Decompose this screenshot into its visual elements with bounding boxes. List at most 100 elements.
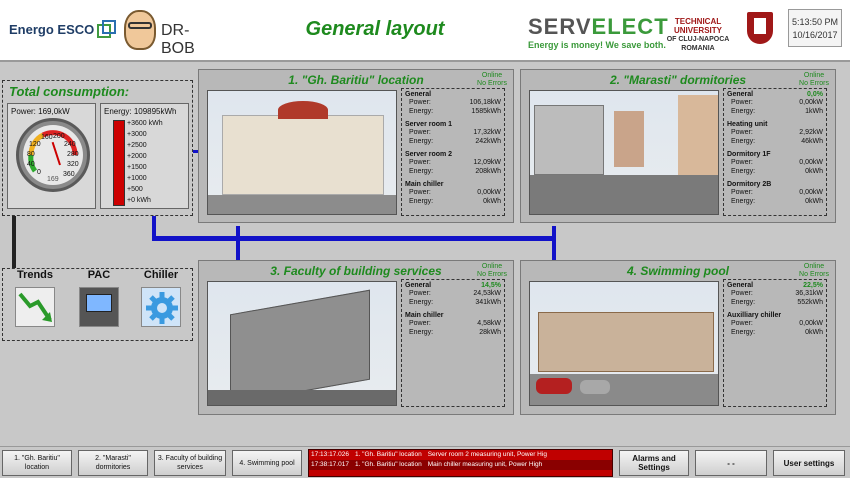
power-label: Power: bbox=[731, 99, 753, 106]
power-value: 0,00kW bbox=[799, 99, 823, 106]
energy-level-bar bbox=[113, 120, 125, 206]
chiller-button[interactable]: Chiller bbox=[131, 269, 191, 327]
drbob-logo: DR-BOB bbox=[118, 6, 213, 57]
building-roof bbox=[278, 101, 328, 119]
stat-group: Heating unit Power: 2,92kW Energy: 46kWh bbox=[727, 121, 823, 146]
power-label: Power: bbox=[409, 290, 431, 297]
energy-value: 242kWh bbox=[475, 138, 501, 145]
gauge-value: 169 bbox=[47, 176, 59, 183]
clock-time: 5:13:50 PM bbox=[791, 17, 839, 27]
power-value: 17,32kW bbox=[473, 129, 501, 136]
power-label: Power: bbox=[731, 320, 753, 327]
car bbox=[536, 378, 572, 394]
page-title: General layout bbox=[305, 18, 445, 40]
gauge-tick: 280 bbox=[67, 151, 79, 158]
power-value: 24,53kW bbox=[473, 290, 501, 297]
power-line bbox=[552, 226, 556, 260]
gauge-tick: 120 bbox=[29, 141, 41, 148]
energy-scale: +3600 kWh +3000 +2500 +2000 +1500 +1000 … bbox=[127, 118, 163, 206]
power-value: 0,00kW bbox=[799, 320, 823, 327]
car bbox=[580, 380, 610, 394]
alarms-settings-button[interactable]: Alarms and Settings bbox=[619, 450, 689, 476]
energy-label: Energy: bbox=[409, 329, 434, 336]
gauge-tick: 320 bbox=[67, 161, 79, 168]
alarm-list[interactable]: 17:13:17.026 1. "Gh. Baritiu" location S… bbox=[308, 449, 613, 477]
power-meter-icon bbox=[79, 287, 119, 327]
alarm-location: 1. "Gh. Baritiu" location bbox=[354, 461, 422, 468]
stat-group: Server room 1 Power: 17,32kW Energy: 242kW… bbox=[405, 121, 501, 146]
nav-button-swimming-pool[interactable]: 4. Swimming pool bbox=[232, 450, 302, 476]
power-gauge: 0 40 80 120 160 200 240 280 320 360 169 bbox=[16, 118, 90, 192]
total-consumption-title: Total consumption: bbox=[9, 84, 130, 99]
status-errors: No Errors bbox=[477, 271, 507, 278]
alarm-row[interactable]: 17:38:17.017 1. "Gh. Baritiu" location M… bbox=[309, 460, 612, 470]
energy-tick: +3000 bbox=[127, 131, 147, 138]
power-value: 106,18kW bbox=[469, 99, 501, 106]
power-line bbox=[152, 236, 555, 241]
power-value: 0,00kW bbox=[799, 159, 823, 166]
energy-value: 0kWh bbox=[805, 329, 823, 336]
status-online: Online bbox=[803, 263, 825, 270]
stat-group: Server room 2 Power: 12,09kW Energy: 208kW… bbox=[405, 151, 501, 176]
drbob-logo-text: DR-BOB bbox=[161, 22, 195, 57]
location-title: 4. Swimming pool bbox=[626, 264, 729, 278]
drbob-mascot-icon bbox=[124, 10, 156, 50]
blank-button[interactable]: - - bbox=[695, 450, 767, 476]
location-panel-faculty[interactable]: 3. Faculty of building services Online No… bbox=[198, 260, 514, 415]
energy-value: 0kWh bbox=[483, 198, 501, 205]
energy-label: Energy: bbox=[409, 168, 434, 175]
power-value: 12,09kW bbox=[473, 159, 501, 166]
energy-label: Energy: bbox=[731, 138, 756, 145]
status-badge: Online No Errors bbox=[477, 263, 507, 279]
group-name: Dormitory 1F bbox=[727, 151, 771, 158]
location-panel-marasti[interactable]: 2. "Marasti" dormitories Online No Errors… bbox=[520, 69, 836, 223]
energy-tick: +500 bbox=[127, 186, 143, 193]
energy-label: Energy: bbox=[731, 329, 756, 336]
trends-button[interactable]: Trends bbox=[5, 269, 65, 327]
energo-logo-icon bbox=[97, 19, 117, 38]
energy-bar-box: Energy: 109895kWh +3600 kWh +3000 +2500 … bbox=[100, 103, 189, 209]
tu-line3: ROMANIA bbox=[681, 45, 715, 52]
group-name: General bbox=[727, 282, 754, 289]
group-name: Dormitory 2B bbox=[727, 181, 772, 188]
energy-value: 1585kWh bbox=[471, 108, 501, 115]
energy-value: 109895kWh bbox=[133, 107, 177, 116]
stat-group: General 14,5% Power: 24,53kW Energy: 341kWh bbox=[405, 282, 501, 307]
pac-label: PAC bbox=[87, 269, 111, 281]
group-percent: 22,5% bbox=[803, 282, 823, 289]
gear-graphic bbox=[146, 292, 178, 324]
location-title: 1. "Gh. Baritiu" location bbox=[288, 73, 424, 87]
stat-group: Dormitory 1F Power: 0,00kW Energy: 0kWh bbox=[727, 151, 823, 176]
total-consumption-panel: Total consumption: Power: 169,0kW 0 40 8… bbox=[2, 80, 193, 216]
alarm-location: 1. "Gh. Baritiu" location bbox=[354, 451, 422, 458]
user-settings-button[interactable]: User settings bbox=[773, 450, 845, 476]
group-name: Server room 1 bbox=[405, 121, 453, 128]
energy-value: 1kWh bbox=[805, 108, 823, 115]
nav-button-marasti[interactable]: 2. "Marasti" dormitories bbox=[78, 450, 148, 476]
alarm-message: Main chiller measuring unit, Power High bbox=[427, 461, 543, 468]
street bbox=[530, 175, 718, 214]
building-block bbox=[614, 111, 644, 167]
nav-button-baritiu[interactable]: 1. "Gh. Baritiu" location bbox=[2, 450, 72, 476]
stat-group: Main chiller Power: 4,58kW Energy: 28kWh bbox=[405, 312, 501, 337]
status-badge: Online No Errors bbox=[799, 72, 829, 88]
status-online: Online bbox=[481, 263, 503, 270]
status-online: Online bbox=[803, 72, 825, 79]
power-label: Power: bbox=[731, 129, 753, 136]
group-name: Server room 2 bbox=[405, 151, 453, 158]
power-label: Power: bbox=[731, 189, 753, 196]
servelect-logo: SERVELECT bbox=[528, 14, 669, 40]
group-name: Auxilliary chiller bbox=[727, 312, 782, 319]
group-name: General bbox=[727, 91, 754, 98]
energy-label: Energy: bbox=[731, 299, 756, 306]
location-panel-swimming-pool[interactable]: 4. Swimming pool Online No Errors General… bbox=[520, 260, 836, 415]
status-online: Online bbox=[481, 72, 503, 79]
status-errors: No Errors bbox=[799, 80, 829, 87]
pac-button[interactable]: PAC bbox=[69, 269, 129, 327]
location-panel-baritiu[interactable]: 1. "Gh. Baritiu" location Online No Error… bbox=[198, 69, 514, 223]
alarm-row[interactable]: 17:13:17.026 1. "Gh. Baritiu" location S… bbox=[309, 450, 612, 460]
nav-button-faculty[interactable]: 3. Faculty of building services bbox=[154, 450, 226, 476]
power-label: Power: bbox=[731, 159, 753, 166]
trends-label: Trends bbox=[16, 269, 54, 281]
location-photo bbox=[207, 90, 397, 215]
